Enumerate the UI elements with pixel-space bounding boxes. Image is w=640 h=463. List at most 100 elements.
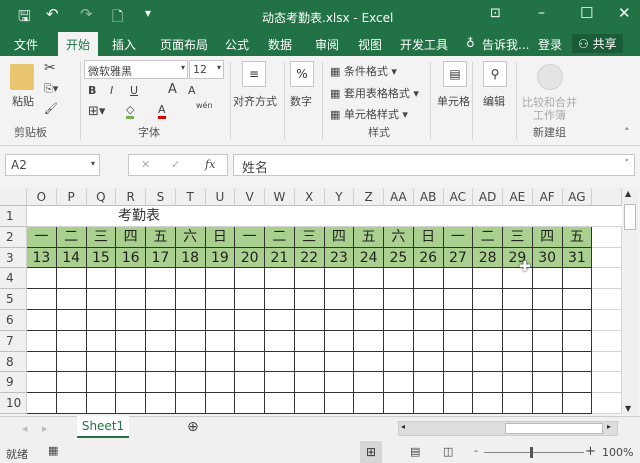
cell[interactable]	[324, 393, 355, 414]
ribbon-display-icon[interactable]: ⊡	[490, 6, 501, 21]
column-header[interactable]: AG	[562, 188, 593, 206]
cell[interactable]	[56, 330, 87, 352]
new-file-icon[interactable]: 🗋	[112, 6, 123, 30]
cell[interactable]	[205, 393, 236, 414]
page-layout-view-icon[interactable]: ▤	[410, 445, 420, 458]
cell[interactable]	[562, 393, 593, 414]
cell[interactable]	[354, 289, 384, 310]
cell[interactable]	[27, 206, 57, 227]
vertical-scroll-thumb[interactable]	[624, 204, 636, 230]
row-header[interactable]: 7	[0, 330, 27, 352]
cell[interactable]	[86, 351, 117, 373]
cell[interactable]	[235, 372, 265, 394]
cell[interactable]	[56, 289, 87, 310]
cell[interactable]	[56, 351, 87, 373]
cell[interactable]	[56, 393, 87, 414]
cell[interactable]	[27, 289, 57, 310]
cell[interactable]: 23	[324, 247, 355, 269]
cell[interactable]	[56, 206, 87, 227]
save-icon[interactable]: 🖫	[18, 6, 31, 31]
cell[interactable]	[473, 393, 503, 414]
share-button[interactable]: ⚇ 共享	[572, 34, 623, 53]
cell[interactable]	[443, 268, 474, 290]
cell[interactable]	[532, 206, 563, 227]
row-header[interactable]: 2	[0, 226, 27, 248]
cell[interactable]	[324, 289, 355, 310]
cell[interactable]	[443, 351, 474, 373]
cell[interactable]	[265, 372, 295, 394]
cell[interactable]	[384, 268, 414, 290]
cell[interactable]	[116, 310, 146, 331]
cell[interactable]	[532, 372, 563, 394]
column-header[interactable]: W	[265, 188, 295, 206]
row-header[interactable]: 8	[0, 351, 27, 373]
cell[interactable]	[562, 289, 593, 310]
cell[interactable]	[324, 330, 355, 352]
cell[interactable]	[205, 330, 236, 352]
cell[interactable]	[473, 206, 503, 227]
cell[interactable]	[413, 268, 444, 290]
zoom-slider-thumb[interactable]	[530, 447, 533, 458]
cell[interactable]: 30	[532, 247, 563, 269]
cell[interactable]	[443, 310, 474, 331]
italic-button[interactable]: I	[110, 84, 113, 97]
cell[interactable]	[503, 289, 533, 310]
border-icon[interactable]: ⊞▾	[88, 104, 105, 119]
cell[interactable]	[27, 372, 57, 394]
cell[interactable]	[532, 268, 563, 290]
cell[interactable]	[592, 289, 622, 310]
cell[interactable]: 17	[146, 247, 176, 269]
cell[interactable]	[265, 268, 295, 290]
cell[interactable]	[205, 206, 236, 227]
tab-data[interactable]: 数据	[268, 36, 292, 53]
cell[interactable]	[294, 289, 325, 310]
cell[interactable]	[354, 351, 384, 373]
column-header[interactable]: AD	[473, 188, 503, 206]
table-format-button[interactable]: ▦ 套用表格格式 ▾	[330, 85, 419, 101]
cell[interactable]	[354, 330, 384, 352]
maximize-button[interactable]: ☐	[580, 4, 593, 22]
cell[interactable]: 22	[294, 247, 325, 269]
cell[interactable]: 31	[562, 247, 593, 269]
percent-icon[interactable]: %	[290, 61, 314, 87]
cell[interactable]	[473, 351, 503, 373]
macro-record-icon[interactable]: ▦	[48, 444, 58, 457]
cell[interactable]: 三	[86, 226, 117, 248]
tab-view[interactable]: 视图	[358, 36, 382, 53]
cell[interactable]	[146, 268, 176, 290]
search-icon[interactable]: ⚲	[483, 61, 507, 87]
cell[interactable]	[532, 351, 563, 373]
zoom-out-button[interactable]: -	[474, 444, 478, 457]
cell[interactable]	[532, 330, 563, 352]
column-header[interactable]: O	[27, 188, 57, 206]
column-header[interactable]: AB	[413, 188, 444, 206]
tab-formulas[interactable]: 公式	[225, 36, 249, 53]
cell[interactable]	[473, 289, 503, 310]
cell[interactable]	[473, 330, 503, 352]
decrease-font-icon[interactable]: A	[188, 84, 196, 97]
cell[interactable]	[116, 393, 146, 414]
cell[interactable]	[503, 351, 533, 373]
cell[interactable]	[86, 289, 117, 310]
cell[interactable]	[175, 330, 206, 352]
cell[interactable]	[116, 289, 146, 310]
column-header[interactable]: AF	[532, 188, 563, 206]
cell[interactable]	[56, 268, 87, 290]
cell[interactable]: 六	[384, 226, 414, 248]
cell[interactable]	[443, 330, 474, 352]
cell[interactable]	[354, 206, 384, 227]
horizontal-scrollbar[interactable]: ◂ ▸	[398, 421, 618, 436]
sheet-tab-sheet1[interactable]: Sheet1	[77, 416, 129, 438]
column-header[interactable]: AE	[503, 188, 533, 206]
cell[interactable]	[473, 372, 503, 394]
cell[interactable]: 四	[532, 226, 563, 248]
cell[interactable]	[86, 372, 117, 394]
cell[interactable]	[175, 372, 206, 394]
cell[interactable]: 16	[116, 247, 146, 269]
cell[interactable]	[294, 372, 325, 394]
cell[interactable]	[265, 310, 295, 331]
cell[interactable]	[116, 330, 146, 352]
cell[interactable]	[384, 393, 414, 414]
minimize-button[interactable]: –	[538, 5, 545, 21]
cell[interactable]	[146, 330, 176, 352]
